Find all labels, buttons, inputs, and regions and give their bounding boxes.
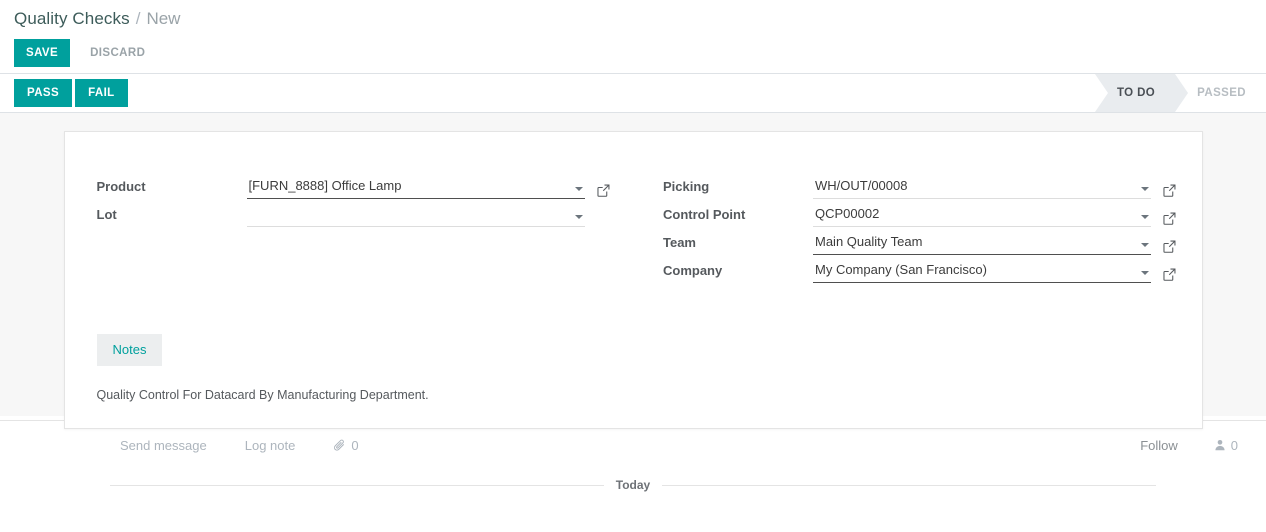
product-input[interactable]	[246, 177, 585, 199]
field-row-picking: Picking	[663, 172, 1202, 199]
paperclip-icon	[334, 439, 345, 451]
attachment-count: 0	[351, 437, 359, 453]
field-label-picking: Picking	[663, 179, 710, 194]
field-group-left: Product Lot	[97, 172, 636, 284]
attachments-counter[interactable]: 0	[333, 437, 359, 453]
form-area: Product Lot	[0, 113, 1266, 429]
notes-content[interactable]: Quality Control For Datacard By Manufact…	[97, 386, 1202, 404]
field-label-company: Company	[663, 263, 723, 278]
field-control-product	[246, 177, 585, 199]
chatter: Send message Log note 0 Follow 0 Today	[0, 420, 1266, 501]
lot-input[interactable]	[246, 205, 585, 227]
field-groups: Product Lot	[97, 172, 1202, 284]
date-divider: Today	[0, 469, 1266, 501]
breadcrumb-current: New	[146, 8, 181, 28]
statusbar: TO DO PASSED	[1094, 74, 1266, 112]
followers-count: 0	[1230, 437, 1238, 453]
statusbar-row: PASS FAIL TO DO PASSED	[0, 74, 1266, 113]
log-note-button[interactable]: Log note	[245, 434, 296, 457]
field-control-control-point	[813, 205, 1151, 227]
statusbar-stage-todo[interactable]: TO DO	[1094, 74, 1189, 112]
external-link-icon[interactable]	[1163, 184, 1176, 199]
field-row-product: Product	[97, 172, 636, 199]
statusbar-stage-passed[interactable]: PASSED	[1175, 74, 1266, 112]
external-link-icon[interactable]	[1163, 268, 1176, 283]
field-label-control-point: Control Point	[663, 207, 746, 222]
user-icon	[1215, 439, 1225, 451]
tab-notes[interactable]: Notes	[96, 334, 163, 366]
form-sheet: Product Lot	[63, 131, 1203, 429]
external-link-icon[interactable]	[1163, 240, 1176, 255]
pass-button[interactable]: PASS	[14, 79, 73, 107]
field-row-team: Team	[663, 228, 1202, 255]
field-control-lot	[246, 205, 585, 227]
send-message-button[interactable]: Send message	[120, 434, 207, 457]
fail-button[interactable]: FAIL	[75, 79, 128, 107]
field-label-lot: Lot	[96, 207, 117, 222]
external-link-icon[interactable]	[596, 184, 610, 199]
company-input[interactable]	[813, 261, 1151, 283]
picking-input[interactable]	[813, 177, 1151, 199]
field-row-control-point: Control Point	[663, 200, 1202, 227]
external-link-icon[interactable]	[1163, 212, 1176, 227]
divider-line-right	[662, 484, 1157, 486]
field-group-right: Picking Control Point	[663, 172, 1202, 284]
field-control-team	[813, 233, 1151, 255]
notebook: Notes Quality Control For Datacard By Ma…	[96, 334, 1202, 404]
breadcrumb-root-link[interactable]: Quality Checks	[14, 9, 130, 29]
action-bar: SAVE DISCARD	[0, 33, 1266, 74]
followers-counter[interactable]: 0	[1214, 438, 1238, 453]
field-label-product: Product	[96, 179, 146, 194]
field-control-picking	[813, 177, 1151, 199]
breadcrumb-separator: /	[135, 8, 141, 28]
field-row-company: Company	[663, 256, 1202, 283]
discard-button[interactable]: DISCARD	[80, 39, 155, 67]
save-button[interactable]: SAVE	[14, 39, 71, 67]
breadcrumb: Quality Checks / New	[0, 0, 1266, 33]
follow-button[interactable]: Follow	[1134, 437, 1184, 454]
field-label-team: Team	[663, 235, 696, 250]
control-point-input[interactable]	[813, 205, 1151, 227]
field-control-company	[813, 261, 1151, 283]
date-divider-label: Today	[615, 478, 651, 492]
divider-line-left	[110, 484, 604, 486]
team-input[interactable]	[813, 233, 1151, 255]
field-row-lot: Lot	[97, 200, 636, 227]
